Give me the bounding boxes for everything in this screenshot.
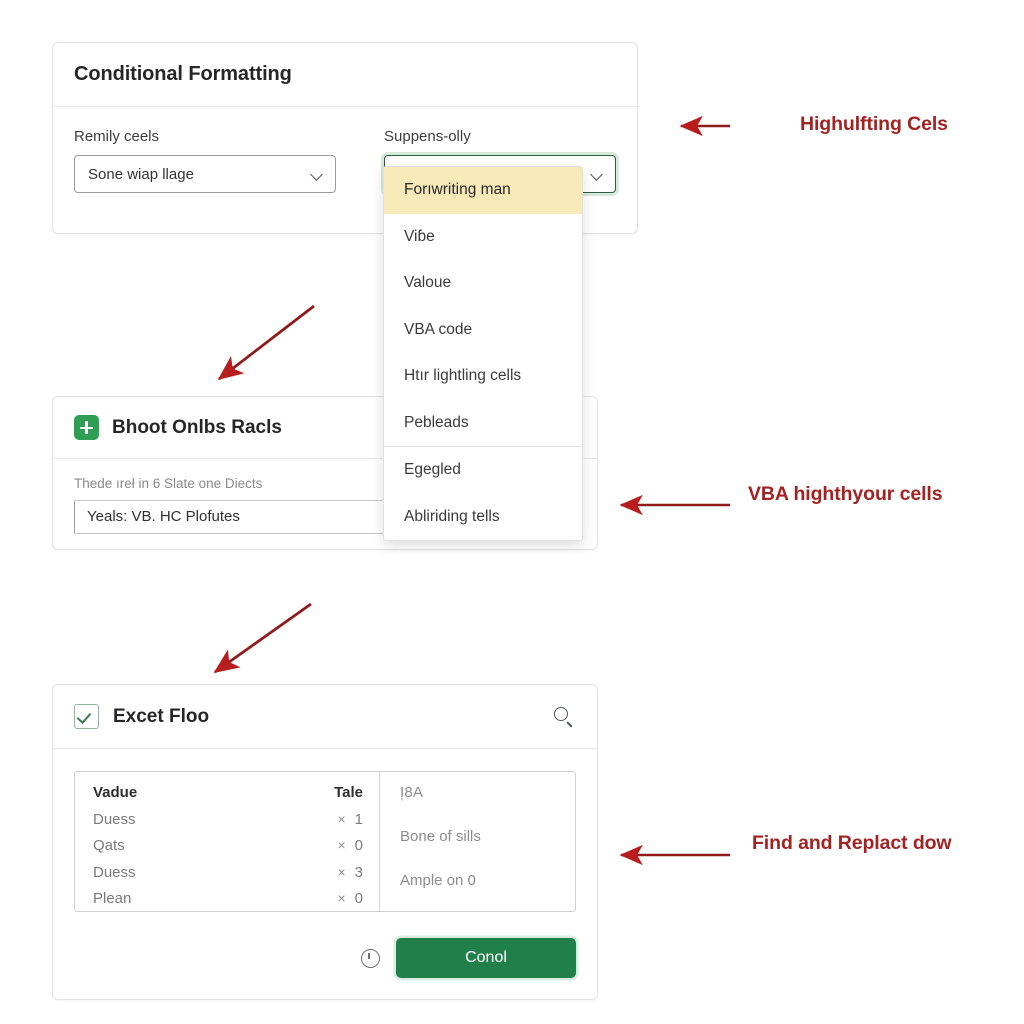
table-row[interactable]: Qats × 0	[93, 837, 363, 864]
menu-item[interactable]: Viɓe	[384, 214, 582, 261]
card-header: Excet Floo	[53, 685, 597, 749]
menu-item[interactable]: Pebleads	[384, 400, 582, 447]
side-detail-list: I̩8A Bone of sills Ample on 0	[380, 772, 575, 911]
chevron-down-icon	[311, 168, 324, 181]
card-header: Conditional Formatting	[53, 43, 637, 107]
column-header-tale: Tale	[334, 784, 363, 801]
menu-item[interactable]: VBA code	[384, 307, 582, 354]
qty-value: 3	[354, 863, 363, 881]
screen-root: Conditional Formatting Remily ceels Sone…	[0, 0, 1024, 1024]
times-glyph: ×	[337, 837, 346, 853]
excet-floo-card: Excet Floo Vadue Tale Duess × 1 Qats × 0…	[52, 684, 598, 1000]
times-glyph: ×	[337, 890, 346, 906]
plus-square-icon	[74, 415, 99, 440]
cell-qty: × 1	[337, 811, 363, 828]
cell-name: Qats	[93, 837, 125, 854]
card-body: Vadue Tale Duess × 1 Qats × 0 Duess × 3 …	[53, 749, 597, 1000]
arrow-diagonal-upper	[217, 304, 315, 381]
input-value: Yeals: VB. HC Plofutes	[87, 508, 240, 525]
checkbox-checked-icon[interactable]	[74, 704, 99, 729]
data-panel: Vadue Tale Duess × 1 Qats × 0 Duess × 3 …	[74, 771, 576, 912]
card-title: Excet Floo	[113, 705, 210, 727]
table-header-row: Vadue Tale	[93, 784, 363, 811]
results-table: Vadue Tale Duess × 1 Qats × 0 Duess × 3 …	[75, 772, 380, 911]
menu-item-selected[interactable]: Forıwriting man	[384, 167, 582, 214]
card-footer: Conol	[74, 938, 576, 978]
field-label: Suppens-olly	[384, 128, 471, 145]
table-row[interactable]: Duess × 3	[93, 864, 363, 891]
table-row[interactable]: Plean × 0	[93, 890, 363, 917]
qty-value: 0	[354, 837, 363, 854]
annotation-label-find-and-replace: Find and Replact dow	[752, 832, 952, 854]
qty-value: 1	[354, 810, 363, 828]
times-glyph: ×	[337, 863, 346, 880]
cell-name: Plean	[93, 890, 132, 907]
conol-button[interactable]: Conol	[396, 938, 576, 978]
card-header-left: Excet Floo	[74, 704, 209, 729]
cell-name: Duess	[93, 810, 136, 828]
select-value: Sone wiap llage	[88, 165, 194, 183]
search-icon[interactable]	[552, 705, 576, 729]
chevron-down-icon	[591, 168, 604, 181]
cell-qty: × 0	[337, 890, 363, 907]
remily-ceels-select[interactable]: Sone wiap llage	[74, 155, 336, 193]
clock-icon[interactable]	[361, 948, 380, 968]
side-detail-line: Ample on 0	[400, 872, 476, 889]
annotation-label-highlighting-cells: Highulfting Cels	[800, 113, 948, 135]
times-glyph: ×	[337, 810, 346, 827]
side-detail-line: Bone of sills	[400, 828, 481, 845]
annotation-label-vba-highlight-cells: VBA highthyour cells	[748, 483, 943, 505]
page-title: Conditional Formatting	[74, 63, 292, 85]
cell-qty: × 0	[337, 837, 363, 854]
card-title: Bhoot Onlbs Racls	[112, 416, 282, 438]
field-remily-ceels: Remily ceels Sone wiap llage	[74, 129, 336, 234]
cell-qty: × 3	[337, 864, 363, 881]
menu-item[interactable]: Valoue	[384, 260, 582, 307]
qty-value: 0	[354, 890, 363, 907]
menu-item[interactable]: Egegled	[384, 447, 582, 494]
table-row[interactable]: Duess × 1	[93, 811, 363, 838]
menu-item[interactable]: Abliriding tells	[384, 494, 582, 541]
arrow-diagonal-lower	[213, 602, 312, 674]
cell-name: Duess	[93, 863, 136, 881]
menu-item[interactable]: Htır lightling cells	[384, 353, 582, 400]
suppens-olly-dropdown-menu[interactable]: Forıwriting man Viɓe Valoue VBA code Htı…	[383, 166, 583, 541]
side-detail-line: I̩8A	[400, 784, 424, 801]
field-label: Remily ceels	[74, 128, 160, 145]
column-header-value: Vadue	[93, 784, 138, 801]
